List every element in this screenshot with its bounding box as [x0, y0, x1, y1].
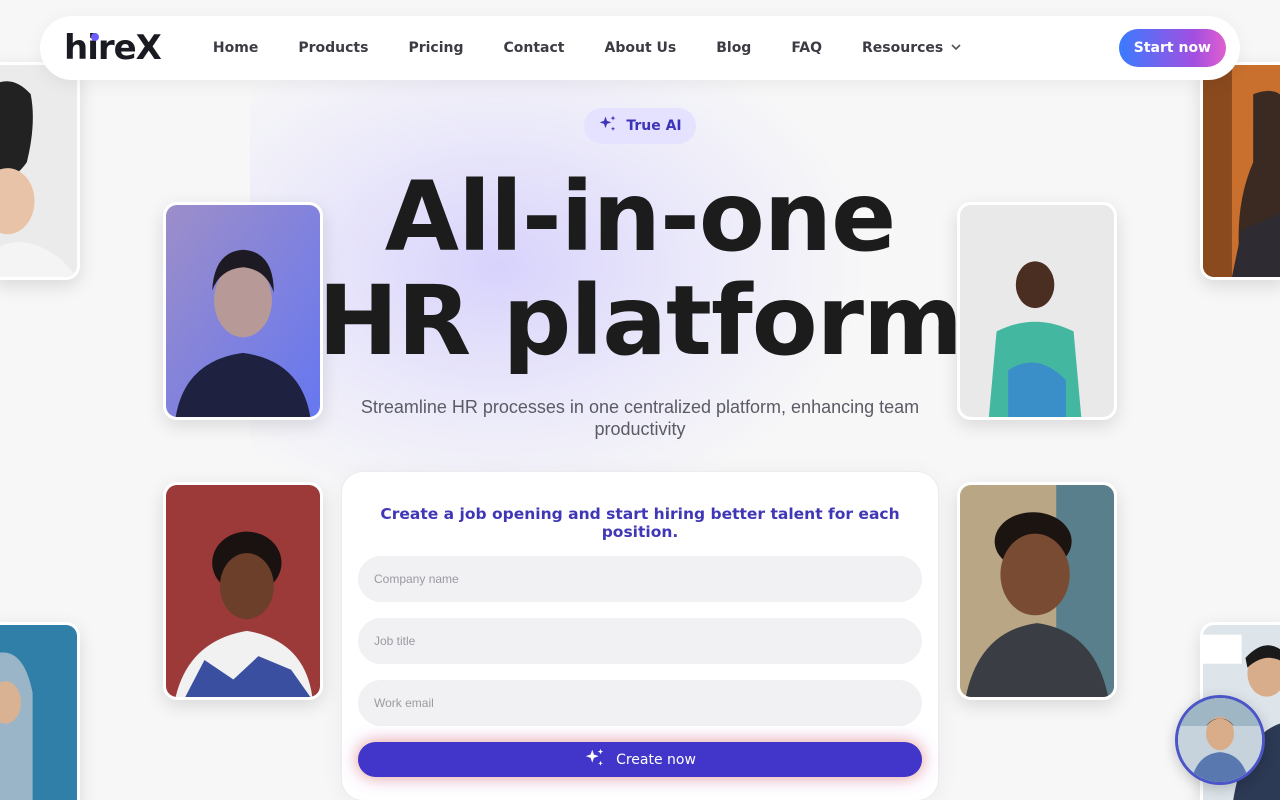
support-chat-avatar[interactable] — [1175, 695, 1265, 785]
nav-link-resources-label: Resources — [862, 40, 944, 56]
nav-link-home[interactable]: Home — [193, 40, 278, 56]
logo-text: hireX — [64, 28, 162, 68]
nav-link-contact[interactable]: Contact — [484, 40, 585, 56]
portrait-photo-woman-red-bg — [163, 482, 323, 700]
brand-logo[interactable]: hireX — [64, 28, 162, 68]
nav-link-resources[interactable]: Resources — [842, 40, 981, 56]
portrait-photo-man-smiling — [957, 482, 1117, 700]
badge-label: True AI — [626, 118, 682, 134]
create-now-label: Create now — [616, 751, 696, 768]
headline-line-1: All-in-one — [384, 161, 896, 273]
nav-link-about-us[interactable]: About Us — [585, 40, 697, 56]
portrait-photo-man-green-shirt — [957, 202, 1117, 420]
sparkles-icon — [598, 114, 618, 138]
company-name-input[interactable] — [358, 556, 922, 602]
start-now-button[interactable]: Start now — [1118, 29, 1226, 67]
true-ai-badge: True AI — [584, 108, 696, 144]
nav-link-faq[interactable]: FAQ — [771, 40, 842, 56]
top-navbar: hireX Home Products Pricing Contact Abou… — [40, 16, 1240, 80]
chevron-down-icon — [951, 43, 961, 54]
portrait-photo-woman-white-top — [0, 62, 80, 280]
sparkles-icon — [584, 747, 606, 773]
portrait-photo-woman-blue-light — [163, 202, 323, 420]
nav-links: Home Products Pricing Contact About Us B… — [193, 40, 1119, 56]
create-now-button[interactable]: Create now — [358, 742, 922, 777]
job-title-input[interactable] — [358, 618, 922, 664]
work-email-input[interactable] — [358, 680, 922, 726]
form-title: Create a job opening and start hiring be… — [380, 505, 900, 541]
hero-subtitle: Streamline HR processes in one centraliz… — [360, 397, 920, 439]
logo-dot — [91, 33, 99, 41]
headline-line-2: HR platform — [317, 265, 963, 377]
nav-link-products[interactable]: Products — [278, 40, 388, 56]
nav-link-pricing[interactable]: Pricing — [388, 40, 483, 56]
nav-link-blog[interactable]: Blog — [696, 40, 771, 56]
hero-headline: All-in-one HR platform — [300, 165, 980, 373]
job-opening-form-card: Create a job opening and start hiring be… — [341, 471, 939, 800]
portrait-photo-woman-orange-bg — [1200, 62, 1280, 280]
portrait-photo-woman-denim — [0, 622, 80, 800]
